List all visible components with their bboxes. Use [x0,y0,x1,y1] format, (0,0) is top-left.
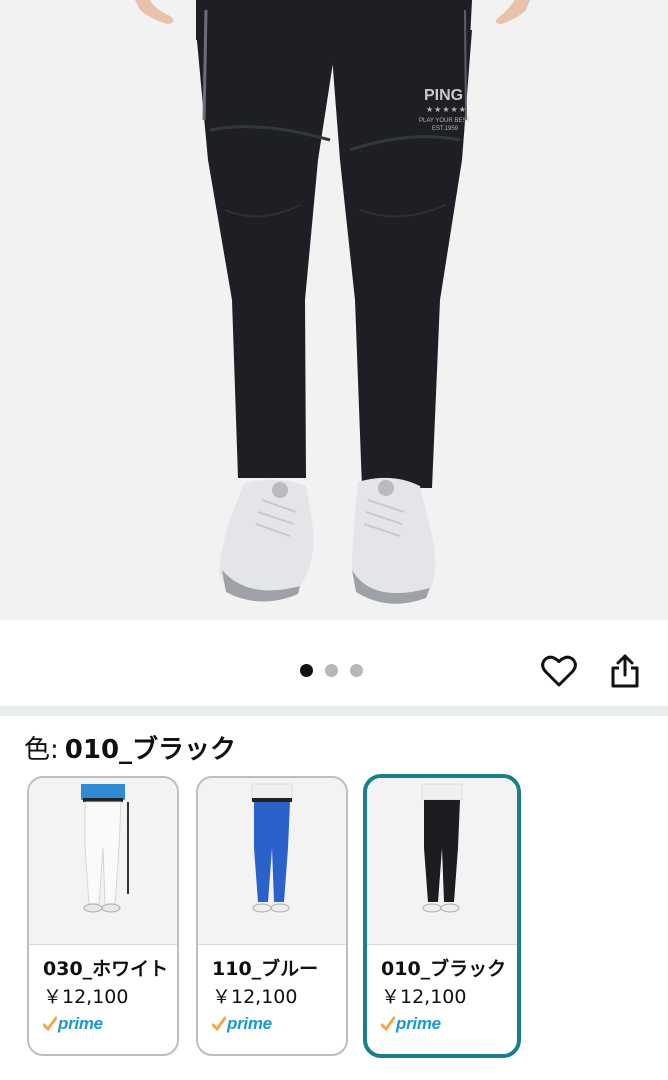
swatch-white[interactable]: 030_ホワイト ￥12,100 prime [27,776,179,1056]
carousel-dot-3[interactable] [350,664,363,677]
swatch-price: ￥12,100 [43,986,129,1008]
heart-icon [541,655,577,687]
color-selection-label: 色: 010_ブラック [24,734,236,766]
share-button[interactable] [604,650,646,692]
prime-label: prime [227,1014,272,1033]
swatch-black[interactable]: 010_ブラック ￥12,100 prime [363,774,521,1058]
prime-check-icon [212,1016,226,1032]
swatch-thumbnail [29,778,177,944]
brand-tagline: PLAY YOUR BEST [419,118,470,124]
swatch-price: ￥12,100 [381,986,467,1008]
svg-text:★★★★★: ★★★★★ [426,105,467,114]
prime-label: prime [396,1014,441,1033]
carousel-dot-1[interactable] [300,664,313,677]
product-image-carousel[interactable]: PING ★★★★★ PLAY YOUR BEST EST.1959 [0,0,668,620]
prime-badge: prime [43,1014,103,1034]
prime-label: prime [58,1014,103,1033]
share-icon [611,654,639,688]
selected-color-value: 010_ブラック [64,735,237,765]
color-label: 色: [24,735,59,765]
section-divider [0,706,668,716]
swatch-name: 030_ホワイト [43,958,169,980]
prime-check-icon [43,1016,57,1032]
carousel-controls [0,620,668,706]
product-photo: PING ★★★★★ PLAY YOUR BEST EST.1959 [135,0,530,604]
swatch-price: ￥12,100 [212,986,298,1008]
prime-badge: prime [381,1014,441,1034]
carousel-pagination[interactable] [300,664,363,677]
prime-check-icon [381,1016,395,1032]
swatch-thumbnail [198,778,346,944]
color-swatch-list: 030_ホワイト ￥12,100 prime 110_ブルー ￥12,100 p… [27,774,647,1060]
prime-badge: prime [212,1014,272,1034]
favorite-button[interactable] [538,650,580,692]
swatch-thumbnail [367,778,517,944]
brand-logo-text: PING [424,87,463,104]
swatch-blue[interactable]: 110_ブルー ￥12,100 prime [196,776,348,1056]
swatch-name: 110_ブルー [212,958,319,980]
carousel-dot-2[interactable] [325,664,338,677]
swatch-name: 010_ブラック [381,958,507,980]
brand-est: EST.1959 [432,126,459,132]
